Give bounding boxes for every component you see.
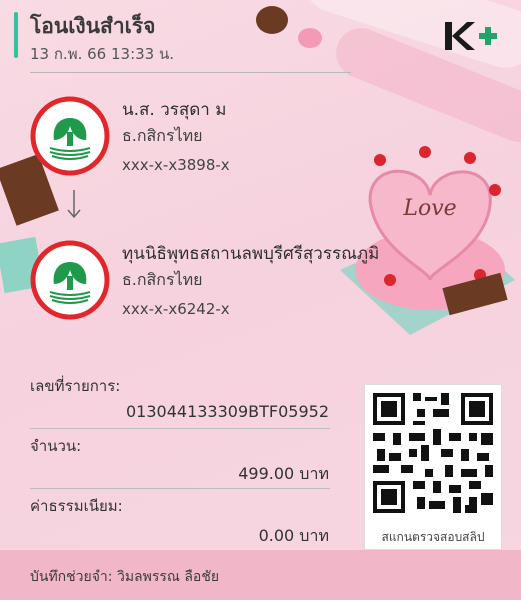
page-title: โอนเงินสำเร็จ — [30, 14, 156, 38]
amount-value: 499.00 บาท — [238, 464, 329, 483]
sender-section: น.ส. วรสุดา ม ธ.กสิกรไทย xxx-x-x3898-x — [30, 96, 360, 182]
divider — [30, 428, 330, 429]
receiver-section: ทุนนิธิพุทธสถานลพบุรีศรีสุวรรณภูมิ ธ.กสิ… — [30, 240, 379, 326]
receiver-name: ทุนนิธิพุทธสถานลพบุรีศรีสุวรรณภูมิ — [122, 244, 380, 264]
qr-code[interactable] — [369, 389, 497, 517]
reference-value: 013044133309BTF05952 — [125, 402, 329, 421]
kplus-logo — [445, 22, 497, 50]
divider — [30, 488, 330, 489]
fee-value: 0.00 บาท — [258, 526, 329, 545]
memo-footer: บันทึกช่วยจำ: วิมลพรรณ ลือชัย — [0, 550, 521, 600]
memo-text: บันทึกช่วยจำ: วิมลพรรณ ลือชัย — [30, 569, 220, 585]
amount-label: จำนวน: — [30, 437, 82, 455]
qr-caption: สแกนตรวจสอบสลิป — [381, 530, 485, 544]
receiver-bank: ธ.กสิกรไทย — [122, 270, 203, 289]
header-divider — [30, 72, 351, 73]
reference-label: เลขที่รายการ: — [30, 377, 121, 395]
kbank-logo-icon — [30, 240, 110, 320]
sender-bank: ธ.กสิกรไทย — [122, 126, 203, 145]
transaction-datetime: 13 ก.พ. 66 13:33 น. — [30, 45, 175, 63]
svg-text:Love: Love — [402, 196, 456, 221]
strawberry-illustration — [256, 6, 322, 48]
kbank-logo-icon — [30, 96, 110, 176]
sender-name: น.ส. วรสุดา ม — [122, 100, 227, 120]
header-accent-bar — [14, 12, 18, 58]
sender-account: xxx-x-x3898-x — [122, 156, 230, 174]
down-arrow-icon — [67, 190, 81, 219]
receiver-account: xxx-x-x6242-x — [122, 300, 230, 318]
fee-label: ค่าธรรมเนียม: — [30, 497, 123, 515]
qr-card[interactable]: สแกนตรวจสอบสลิป — [364, 384, 502, 550]
